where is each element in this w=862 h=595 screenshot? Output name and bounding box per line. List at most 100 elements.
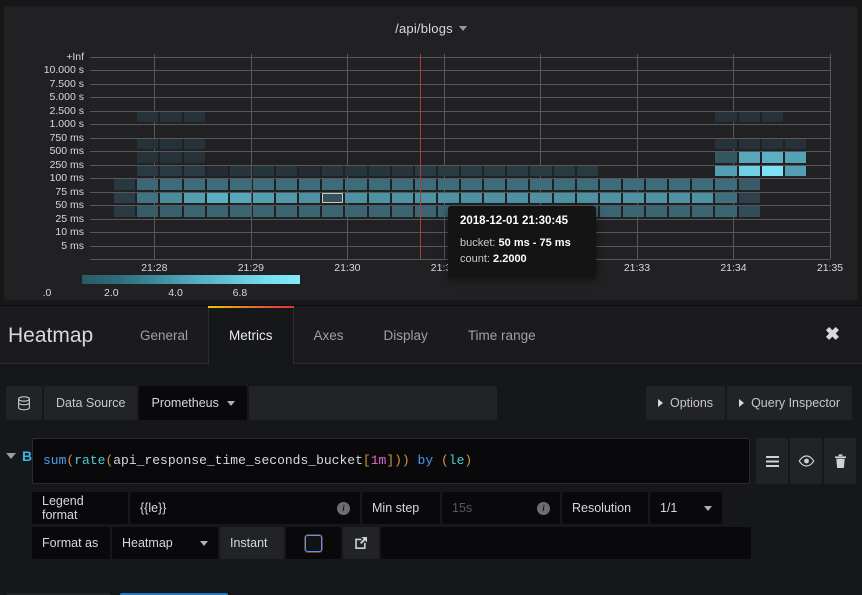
heatmap-cell[interactable] [137, 206, 159, 217]
heatmap-cell[interactable] [276, 179, 298, 190]
heatmap-cell[interactable] [229, 165, 251, 177]
query-ref-id[interactable]: B [6, 448, 32, 464]
heatmap-cell[interactable] [715, 206, 737, 217]
heatmap-cell[interactable] [252, 165, 274, 177]
heatmap-cell[interactable] [669, 179, 691, 190]
heatmap-cell[interactable] [553, 179, 575, 190]
heatmap-cell[interactable] [391, 165, 413, 177]
heatmap-cell[interactable] [368, 165, 390, 177]
heatmap-cell[interactable] [738, 165, 760, 177]
heatmap-cell[interactable] [507, 165, 529, 177]
heatmap-cell[interactable] [183, 192, 205, 204]
heatmap-cell[interactable] [414, 192, 436, 204]
heatmap-cell[interactable] [646, 192, 668, 204]
heatmap-cell[interactable] [391, 206, 413, 217]
heatmap-cell[interactable] [715, 138, 737, 150]
heatmap-cell[interactable] [114, 179, 136, 190]
tab-display[interactable]: Display [364, 306, 448, 364]
heatmap-cell[interactable] [206, 165, 228, 177]
heatmap-cell[interactable] [761, 165, 783, 177]
heatmap-cell[interactable] [738, 179, 760, 190]
heatmap-cell[interactable] [368, 206, 390, 217]
heatmap-cell[interactable] [761, 111, 783, 123]
heatmap-cell[interactable] [345, 165, 367, 177]
heatmap-cell[interactable] [461, 179, 483, 190]
heatmap-cell[interactable] [715, 152, 737, 163]
heatmap-cell[interactable] [252, 206, 274, 217]
heatmap-cell[interactable] [368, 192, 390, 204]
heatmap-cell[interactable] [299, 206, 321, 217]
heatmap-cell[interactable] [484, 165, 506, 177]
heatmap-cell[interactable] [738, 192, 760, 204]
heatmap-cell[interactable] [738, 206, 760, 217]
heatmap-cell[interactable] [715, 111, 737, 123]
heatmap-cell[interactable] [646, 206, 668, 217]
heatmap-cell[interactable] [461, 165, 483, 177]
heatmap-cell[interactable] [484, 192, 506, 204]
datasource-select[interactable]: Prometheus [139, 386, 247, 420]
heatmap-cell[interactable] [322, 206, 344, 217]
external-link-icon[interactable] [343, 527, 379, 559]
heatmap-cell[interactable] [345, 179, 367, 190]
heatmap-cell[interactable] [530, 192, 552, 204]
heatmap-cell[interactable] [530, 165, 552, 177]
chevron-down-icon[interactable] [458, 26, 467, 31]
heatmap-cell[interactable] [576, 192, 598, 204]
heatmap-cell[interactable] [160, 165, 182, 177]
heatmap-cell[interactable] [391, 192, 413, 204]
heatmap-cell[interactable] [715, 165, 737, 177]
heatmap-cell[interactable] [299, 192, 321, 204]
heatmap-cell[interactable] [183, 138, 205, 150]
tab-time-range[interactable]: Time range [448, 306, 556, 364]
heatmap-cell[interactable] [715, 192, 737, 204]
heatmap-cell[interactable] [761, 152, 783, 163]
heatmap-cell[interactable] [391, 179, 413, 190]
heatmap-cell[interactable] [160, 192, 182, 204]
heatmap-cell[interactable] [299, 165, 321, 177]
min-step-input[interactable]: 15s i [442, 492, 560, 524]
heatmap-cell[interactable] [507, 192, 529, 204]
heatmap-cell[interactable] [160, 179, 182, 190]
heatmap-cell[interactable] [784, 138, 806, 150]
toggle-visibility-icon[interactable] [790, 438, 822, 484]
legend-format-input[interactable]: {{le}} i [130, 492, 360, 524]
heatmap-cell[interactable] [599, 179, 621, 190]
heatmap-cell[interactable] [437, 165, 459, 177]
heatmap-cell[interactable] [276, 192, 298, 204]
heatmap-cell[interactable] [137, 179, 159, 190]
heatmap-cell[interactable] [553, 165, 575, 177]
info-icon[interactable]: i [537, 501, 550, 515]
heatmap-cell[interactable] [114, 192, 136, 204]
heatmap-cell[interactable] [669, 192, 691, 204]
heatmap-cell[interactable] [553, 192, 575, 204]
heatmap-cell[interactable] [784, 152, 806, 163]
heatmap-cell[interactable] [160, 206, 182, 217]
heatmap-cell[interactable] [761, 138, 783, 150]
tab-general[interactable]: General [120, 306, 208, 364]
heatmap-cell[interactable] [576, 165, 598, 177]
resolution-select[interactable]: 1/1 [650, 492, 722, 524]
heatmap-cell[interactable] [738, 138, 760, 150]
heatmap-cell[interactable] [206, 206, 228, 217]
heatmap-cell[interactable] [692, 179, 714, 190]
heatmap-cell[interactable] [114, 206, 136, 217]
heatmap-cell[interactable] [183, 165, 205, 177]
heatmap-cell[interactable] [229, 206, 251, 217]
heatmap-cell[interactable] [276, 206, 298, 217]
close-icon[interactable]: ✖ [825, 325, 840, 343]
heatmap-cell[interactable] [784, 165, 806, 177]
heatmap-cell[interactable] [183, 152, 205, 163]
heatmap-cell[interactable] [206, 179, 228, 190]
heatmap-cell[interactable] [137, 192, 159, 204]
heatmap-cell[interactable] [461, 192, 483, 204]
heatmap-cell[interactable] [322, 179, 344, 190]
heatmap-cell[interactable] [599, 206, 621, 217]
heatmap-cell[interactable] [345, 206, 367, 217]
heatmap-cell[interactable] [160, 152, 182, 163]
heatmap-cell[interactable] [206, 192, 228, 204]
format-as-select[interactable]: Heatmap [112, 527, 218, 559]
heatmap-cell[interactable] [484, 179, 506, 190]
heatmap-cell[interactable] [252, 192, 274, 204]
heatmap-cell[interactable] [183, 111, 205, 123]
heatmap-cell[interactable] [414, 179, 436, 190]
